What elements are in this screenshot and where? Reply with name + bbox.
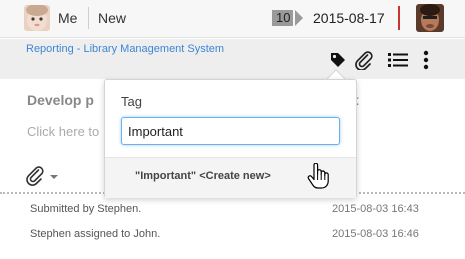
day-count-badge: 10 [272, 10, 294, 26]
me-link[interactable]: Me [58, 10, 77, 26]
more-vertical-icon[interactable] [419, 49, 433, 71]
current-date: 2015-08-17 [313, 10, 385, 26]
user-avatar[interactable] [24, 5, 50, 31]
date-divider [398, 6, 400, 30]
description-placeholder[interactable]: Click here to [27, 124, 99, 139]
attachment-button[interactable] [25, 166, 59, 191]
tag-field-label: Tag [121, 94, 142, 109]
history-entry-time: 2015-08-03 16:43 [332, 203, 419, 215]
badge-arrow [295, 10, 303, 26]
assignee-avatar[interactable] [416, 4, 444, 32]
tag-icon[interactable] [327, 49, 349, 71]
hand-cursor-icon [307, 162, 329, 194]
history-entry-text: Submitted by Stephen. [30, 203, 142, 215]
create-tag-option-label: "Important" <Create new> [135, 170, 271, 182]
new-link[interactable]: New [98, 10, 126, 26]
header-divider [88, 7, 89, 29]
top-bar: Me New 10 2015-08-17 [0, 0, 465, 38]
breadcrumb[interactable]: Reporting - Library Management System [26, 43, 224, 55]
task-toolbar: Reporting - Library Management System [0, 39, 465, 79]
history-entry-time: 2015-08-03 16:46 [332, 228, 419, 240]
tag-input[interactable] [121, 117, 340, 145]
chevron-down-icon [50, 175, 58, 179]
task-title[interactable]: Develop p [27, 92, 94, 108]
list-icon[interactable] [386, 49, 410, 71]
paperclip-icon[interactable] [353, 49, 375, 71]
history-entry-text: Stephen assigned to John. [30, 228, 161, 240]
